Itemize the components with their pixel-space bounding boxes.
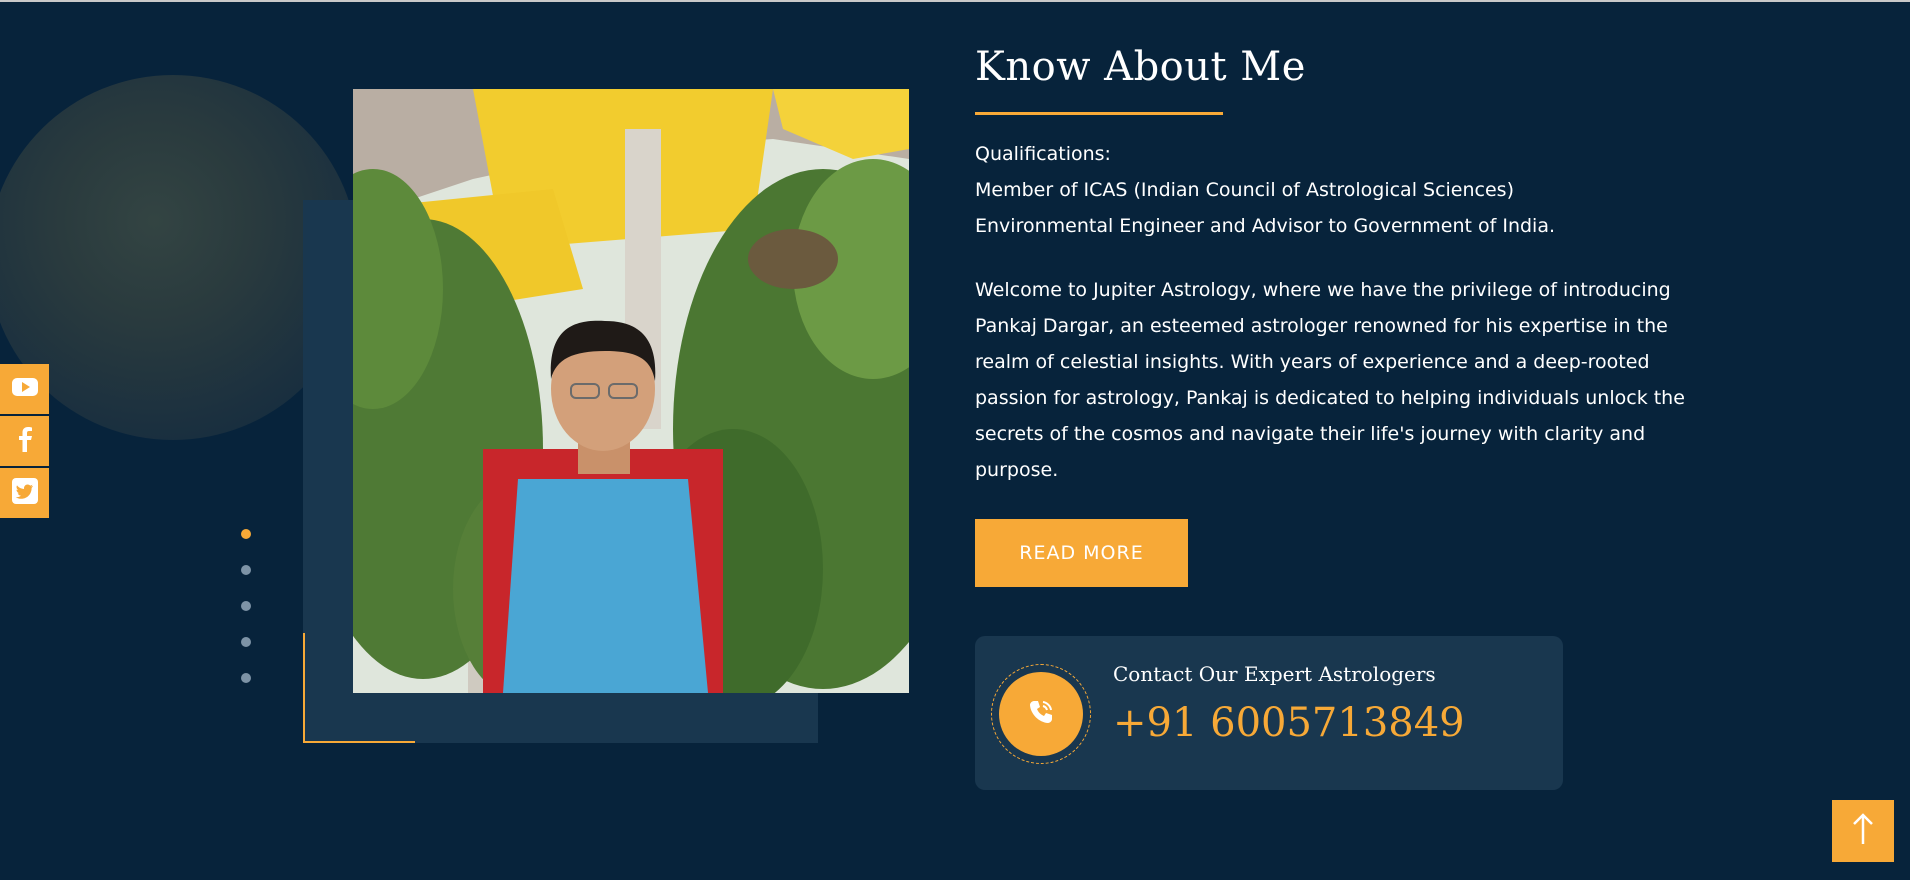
slider-dot[interactable] [241, 673, 251, 683]
phone-icon [1026, 697, 1056, 731]
qualification-item: Member of ICAS (Indian Council of Astrol… [975, 179, 1514, 201]
slider-dot[interactable] [241, 637, 251, 647]
title-underline [975, 112, 1223, 115]
slider-dot[interactable] [241, 565, 251, 575]
contact-card: Contact Our Expert Astrologers +91 60057… [975, 636, 1563, 790]
qualification-item: Environmental Engineer and Advisor to Go… [975, 215, 1556, 237]
astrologer-photo [353, 89, 909, 693]
slider-dot[interactable] [241, 601, 251, 611]
about-description: Welcome to Jupiter Astrology, where we h… [975, 279, 1685, 481]
slider-dot[interactable] [241, 529, 251, 539]
contact-title: Contact Our Expert Astrologers [1113, 662, 1436, 686]
facebook-button[interactable] [0, 416, 49, 466]
youtube-button[interactable] [0, 364, 49, 414]
slider-dots [241, 529, 253, 709]
arrow-up-icon [1848, 812, 1878, 850]
social-bar [0, 364, 49, 520]
facebook-icon [10, 424, 40, 458]
twitter-button[interactable] [0, 468, 49, 518]
twitter-icon [10, 476, 40, 510]
call-button[interactable] [999, 672, 1083, 756]
frame-accent-horizontal [303, 741, 415, 743]
page-title: Know About Me [975, 44, 1306, 90]
qualifications: Qualifications: Member of ICAS (Indian C… [975, 136, 1555, 244]
phone-number-link[interactable]: +91 6005713849 [1113, 700, 1465, 746]
qualifications-label: Qualifications: [975, 143, 1111, 165]
scroll-to-top-button[interactable] [1832, 800, 1894, 862]
youtube-icon [10, 372, 40, 406]
frame-accent-vertical [303, 633, 305, 743]
read-more-button[interactable]: READ MORE [975, 519, 1188, 587]
top-divider [0, 0, 1910, 2]
